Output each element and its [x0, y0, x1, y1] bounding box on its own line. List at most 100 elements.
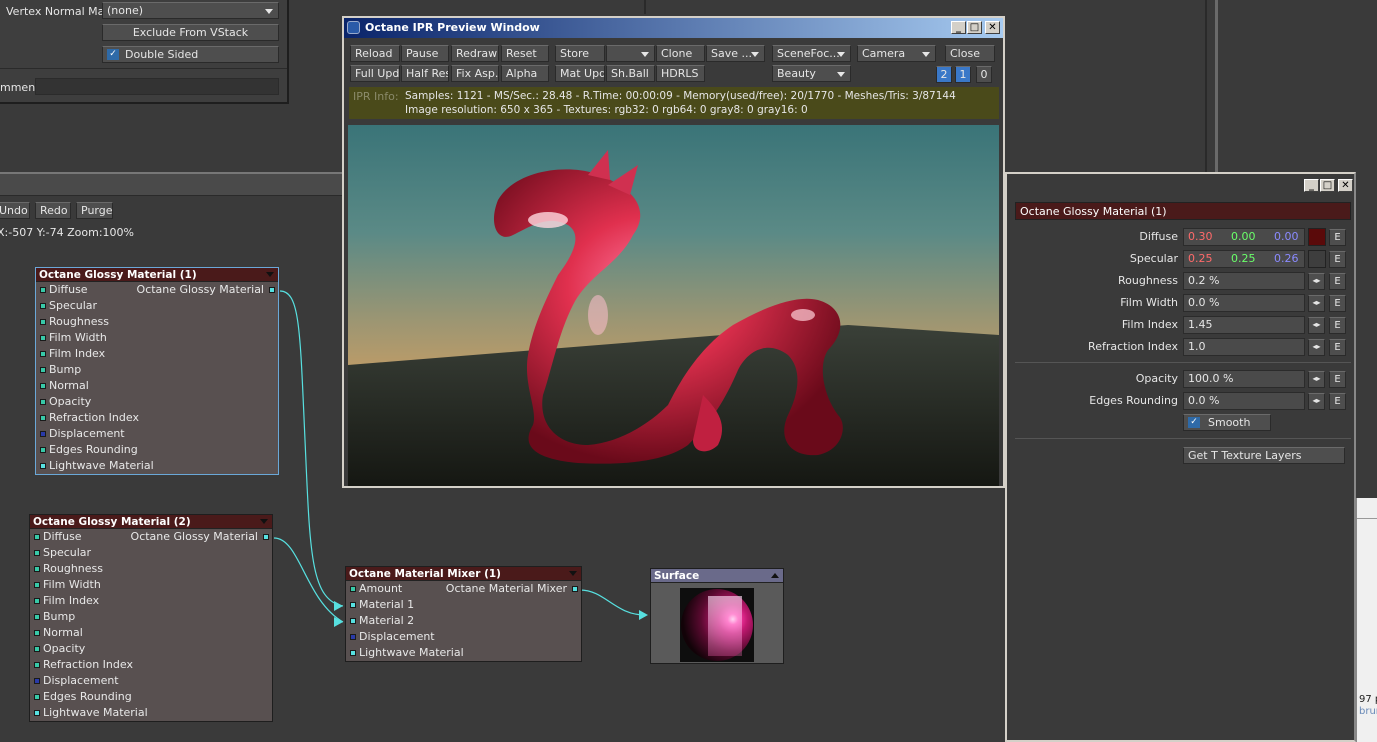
num-button-2[interactable]: 2	[936, 66, 952, 83]
half-res-button[interactable]: Half Res	[401, 65, 449, 82]
node-mixer-title[interactable]: Octane Material Mixer (1)	[346, 567, 581, 581]
specular-color-field[interactable]: 0.25 0.25 0.26	[1183, 250, 1305, 268]
input-pin[interactable]	[40, 335, 46, 341]
node-glossy-1[interactable]: Octane Glossy Material (1) Diffuse Octane…	[35, 267, 279, 475]
scene-focus-select[interactable]: SceneFoc...	[772, 45, 851, 62]
reload-button[interactable]: Reload	[350, 45, 400, 62]
node-glossy-2-title[interactable]: Octane Glossy Material (2)	[30, 515, 272, 529]
input-pin[interactable]	[40, 287, 46, 293]
input-pin[interactable]	[34, 598, 40, 604]
refraction-edit-button[interactable]: E	[1329, 339, 1346, 356]
props-maximize-button[interactable]: □	[1320, 179, 1335, 192]
input-pin[interactable]	[34, 630, 40, 636]
diffuse-color-field[interactable]: 0.30 0.00 0.00	[1183, 228, 1305, 246]
input-pin[interactable]	[350, 586, 356, 592]
collapse-icon[interactable]	[569, 571, 577, 576]
input-pin[interactable]	[350, 634, 356, 640]
input-pin[interactable]	[350, 602, 356, 608]
input-pin[interactable]	[34, 614, 40, 620]
alpha-button[interactable]: Alpha	[501, 65, 549, 82]
camera-select[interactable]: Camera	[857, 45, 936, 62]
edges-arrows-icon[interactable]: ◂▸	[1308, 393, 1325, 410]
close-button[interactable]: Close	[945, 45, 995, 62]
minimize-button[interactable]: _	[951, 21, 966, 34]
input-pin[interactable]	[34, 678, 40, 684]
film-index-arrows-icon[interactable]: ◂▸	[1308, 317, 1325, 334]
roughness-arrows-icon[interactable]: ◂▸	[1308, 273, 1325, 290]
input-pin[interactable]	[34, 662, 40, 668]
roughness-input[interactable]: 0.2 %	[1183, 272, 1305, 290]
input-pin[interactable]	[34, 710, 40, 716]
specular-swatch[interactable]	[1308, 250, 1326, 268]
opacity-arrows-icon[interactable]: ◂▸	[1308, 371, 1325, 388]
film-width-input[interactable]: 0.0 %	[1183, 294, 1305, 312]
collapse-icon[interactable]	[260, 519, 268, 524]
store-button[interactable]: Store	[555, 45, 605, 62]
render-viewport[interactable]	[348, 125, 999, 486]
input-pin[interactable]	[34, 694, 40, 700]
redraw-button[interactable]: Redraw	[451, 45, 499, 62]
shader-ball-button[interactable]: Sh.Ball	[606, 65, 655, 82]
fix-aspect-button[interactable]: Fix Asp.	[451, 65, 499, 82]
input-pin[interactable]	[350, 650, 356, 656]
film-width-edit-button[interactable]: E	[1329, 295, 1346, 312]
diffuse-swatch[interactable]	[1308, 228, 1326, 246]
render-pass-select[interactable]: Beauty	[772, 65, 851, 82]
clone-button[interactable]: Clone	[656, 45, 705, 62]
props-minimize-button[interactable]: _	[1304, 179, 1319, 192]
input-pin[interactable]	[40, 303, 46, 309]
props-close-button[interactable]: ✕	[1338, 179, 1353, 192]
output-pin[interactable]	[263, 534, 269, 540]
full-update-button[interactable]: Full Upd.	[350, 65, 400, 82]
input-pin[interactable]	[40, 399, 46, 405]
roughness-edit-button[interactable]: E	[1329, 273, 1346, 290]
input-pin[interactable]	[40, 351, 46, 357]
mat-update-button[interactable]: Mat Upd	[555, 65, 605, 82]
close-window-button[interactable]: ✕	[985, 21, 1000, 34]
node-glossy-1-title[interactable]: Octane Glossy Material (1)	[36, 268, 278, 282]
node-glossy-2[interactable]: Octane Glossy Material (2) Diffuse Octane…	[29, 514, 273, 722]
input-pin[interactable]	[34, 646, 40, 652]
diffuse-edit-button[interactable]: E	[1329, 229, 1346, 246]
output-pin[interactable]	[572, 586, 578, 592]
refraction-arrows-icon[interactable]: ◂▸	[1308, 339, 1325, 356]
input-pin[interactable]	[34, 550, 40, 556]
reset-button[interactable]: Reset	[501, 45, 549, 62]
opacity-edit-button[interactable]: E	[1329, 371, 1346, 388]
maximize-button[interactable]: □	[967, 21, 982, 34]
edges-rounding-input[interactable]: 0.0 %	[1183, 392, 1305, 410]
output-pin[interactable]	[269, 287, 275, 293]
input-pin[interactable]	[40, 431, 46, 437]
film-width-arrows-icon[interactable]: ◂▸	[1308, 295, 1325, 312]
save-select[interactable]: Save ...	[706, 45, 765, 62]
input-pin[interactable]	[40, 415, 46, 421]
input-pin[interactable]	[350, 618, 356, 624]
input-pin[interactable]	[34, 566, 40, 572]
smooth-toggle[interactable]: ✓ Smooth	[1183, 414, 1271, 431]
ipr-titlebar[interactable]: Octane IPR Preview Window _ □ ✕	[344, 18, 1003, 38]
num-button-1[interactable]: 1	[955, 66, 971, 83]
collapse-icon[interactable]	[266, 272, 274, 277]
input-pin[interactable]	[34, 582, 40, 588]
edges-edit-button[interactable]: E	[1329, 393, 1346, 410]
pause-button[interactable]: Pause	[401, 45, 449, 62]
input-pin[interactable]	[40, 447, 46, 453]
film-index-edit-button[interactable]: E	[1329, 317, 1346, 334]
input-pin[interactable]	[34, 534, 40, 540]
specular-edit-button[interactable]: E	[1329, 251, 1346, 268]
input-pin[interactable]	[40, 463, 46, 469]
node-surface[interactable]: Surface	[650, 568, 784, 664]
store-slot-select[interactable]	[606, 45, 655, 62]
opacity-input[interactable]: 100.0 %	[1183, 370, 1305, 388]
film-index-input[interactable]: 1.45	[1183, 316, 1305, 334]
collapse-up-icon[interactable]	[771, 573, 779, 578]
input-pin[interactable]	[40, 383, 46, 389]
refraction-index-input[interactable]: 1.0	[1183, 338, 1305, 356]
hdrls-button[interactable]: HDRLS	[656, 65, 705, 82]
get-texture-layers-button[interactable]: Get T Texture Layers	[1183, 447, 1345, 464]
node-material-mixer[interactable]: Octane Material Mixer (1) Amount Octane M…	[345, 566, 582, 662]
input-pin[interactable]	[40, 367, 46, 373]
num-button-0[interactable]: 0	[976, 66, 992, 83]
node-surface-title[interactable]: Surface	[651, 569, 783, 583]
input-pin[interactable]	[40, 319, 46, 325]
